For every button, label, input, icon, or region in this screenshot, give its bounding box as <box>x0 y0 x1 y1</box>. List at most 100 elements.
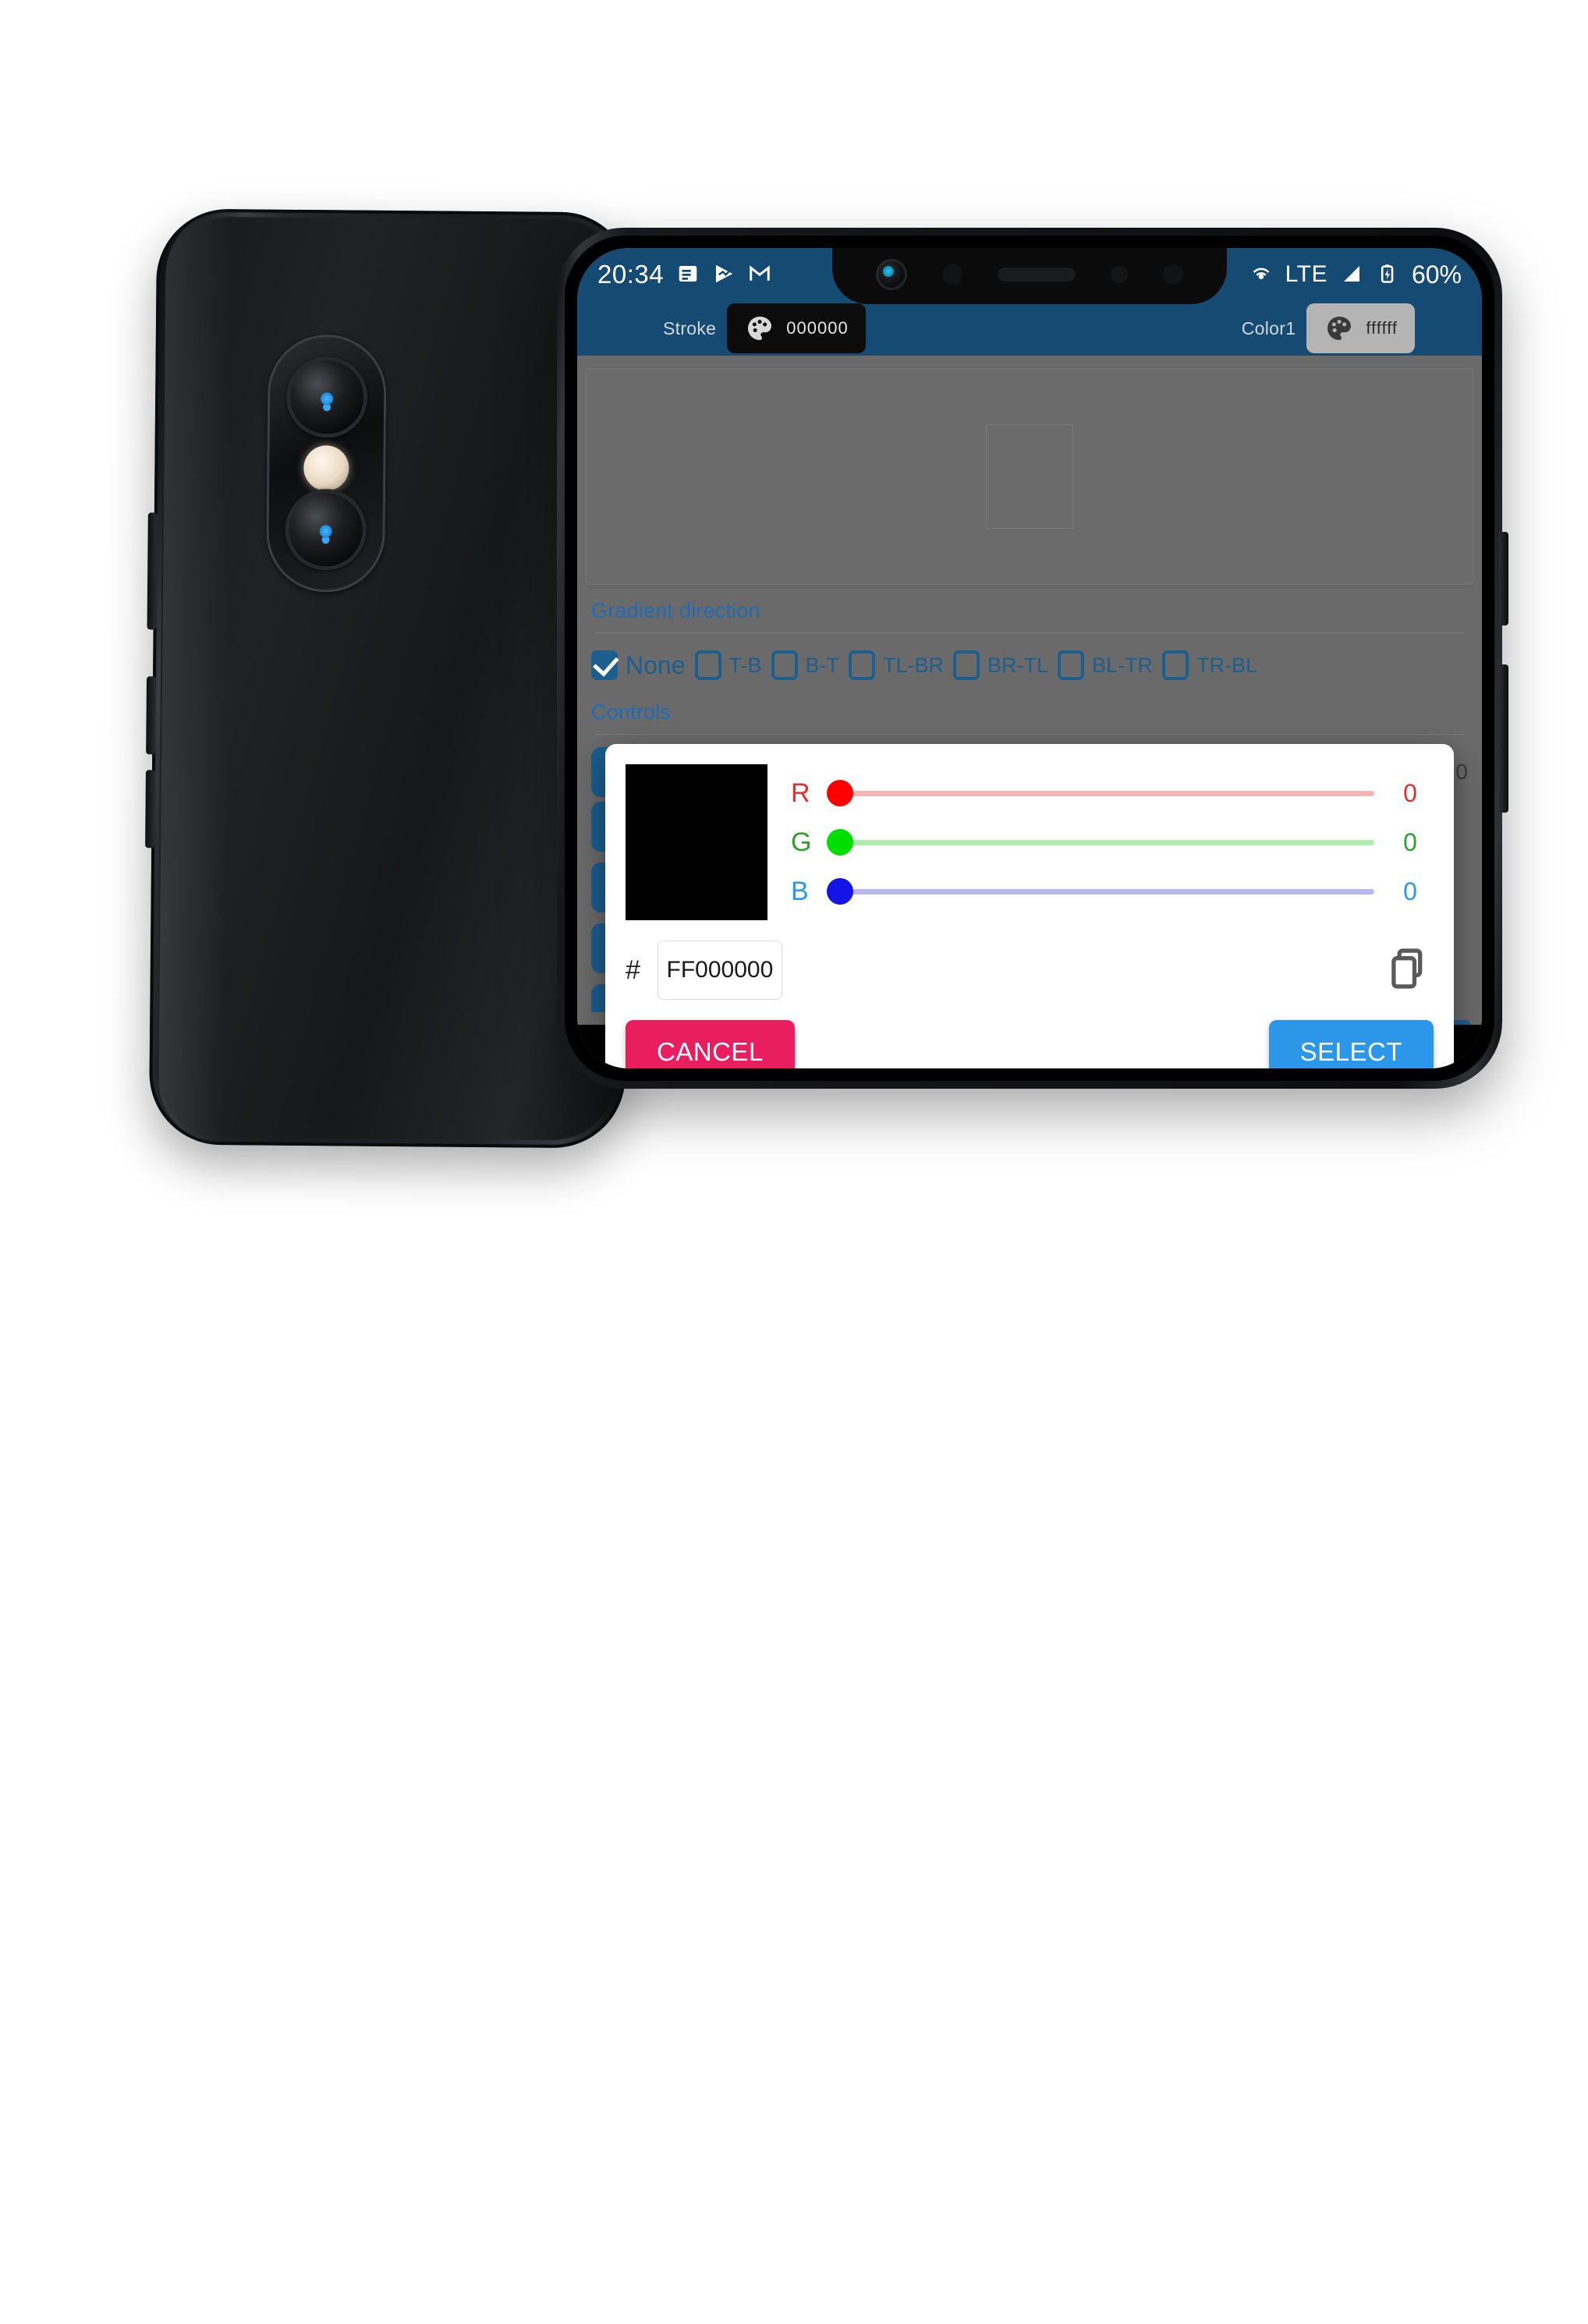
phone-bezel: 20:34 LTE 60% Stroke 000000 Color1 fffff… <box>565 236 1494 1081</box>
earpiece-speaker <box>997 267 1076 282</box>
color1-color-value: ffffff <box>1366 318 1398 338</box>
proximity-sensor <box>1110 266 1128 283</box>
front-camera-icon <box>876 259 908 290</box>
gradient-option-none[interactable]: None <box>591 650 686 680</box>
copy-icon <box>1385 944 1430 997</box>
red-slider[interactable] <box>827 778 1374 809</box>
screenshot-scene: 20:34 LTE 60% Stroke 000000 Color1 fffff… <box>0 0 1588 2324</box>
stroke-color-value: 000000 <box>786 318 849 338</box>
hotspot-icon <box>1249 262 1273 287</box>
gradient-option-label: None <box>626 650 686 679</box>
gradient-option-label: BR-TL <box>987 653 1049 677</box>
slider-track <box>842 888 1374 895</box>
camera-lens-top-icon <box>285 356 368 438</box>
cancel-button[interactable]: CANCEL <box>626 1020 795 1068</box>
dialog-actions: CANCEL SELECT <box>626 1020 1434 1068</box>
controls-section-title: Controls <box>591 700 672 724</box>
rear-side-button-a <box>147 512 158 630</box>
checkbox-icon[interactable] <box>849 650 876 680</box>
divider <box>594 734 1465 735</box>
color1-label: Color1 <box>1241 317 1296 338</box>
slider-thumb[interactable] <box>827 878 853 905</box>
rgb-row-blue: B 0 <box>791 867 1434 916</box>
gmail-icon <box>748 262 771 287</box>
front-side-button-b <box>1499 664 1508 813</box>
preview-canvas[interactable] <box>585 368 1474 585</box>
hex-row: # FF000000 <box>626 941 1434 1000</box>
divider <box>594 632 1465 633</box>
battery-icon <box>1376 262 1399 287</box>
blue-channel-label: B <box>791 876 809 906</box>
gradient-option-b-t[interactable]: B-T <box>771 650 840 680</box>
checkbox-icon[interactable] <box>1058 650 1085 680</box>
rgb-row-red: R 0 <box>791 769 1434 817</box>
rear-camera-module <box>265 334 387 593</box>
rgb-row-green: G 0 <box>791 818 1434 866</box>
green-channel-value: 0 <box>1403 827 1417 856</box>
stroke-color-control[interactable]: Stroke 000000 <box>663 303 866 353</box>
camera-flash-icon <box>303 445 349 491</box>
color-picker-dialog: R 0 G 0 B 0 # FF000000 CANCEL SELECT <box>605 744 1454 1068</box>
gradient-option-label: TR-BL <box>1196 653 1258 677</box>
controls-section: Controls <box>577 680 1482 724</box>
color1-color-chip[interactable]: ffffff <box>1306 303 1415 353</box>
phone-rear-sheen <box>158 208 233 1146</box>
gradient-option-label: BL-TR <box>1092 653 1154 677</box>
red-channel-label: R <box>791 778 810 808</box>
network-type-label: LTE <box>1285 261 1327 287</box>
checkbox-icon[interactable] <box>694 650 721 680</box>
phone-screen: 20:34 LTE 60% Stroke 000000 Color1 fffff… <box>577 248 1482 1068</box>
slider-track <box>842 790 1374 796</box>
checkbox-icon[interactable] <box>1162 650 1189 680</box>
stroke-color-chip[interactable]: 000000 <box>727 303 866 353</box>
green-channel-label: G <box>791 827 812 857</box>
gradient-option-bl-tr[interactable]: BL-TR <box>1058 650 1153 680</box>
news-icon <box>676 262 700 287</box>
camera-lens-bottom-icon <box>285 488 367 571</box>
checkbox-icon[interactable] <box>771 650 798 680</box>
blue-slider[interactable] <box>827 876 1374 907</box>
gradient-option-tr-bl[interactable]: TR-BL <box>1162 650 1257 680</box>
stroke-label: Stroke <box>663 317 717 338</box>
play-icon <box>712 262 736 287</box>
preview-shape <box>986 424 1073 529</box>
color1-control[interactable]: Color1 ffffff <box>1242 303 1415 353</box>
gradient-option-tl-br[interactable]: TL-BR <box>849 650 944 680</box>
select-button[interactable]: SELECT <box>1268 1020 1434 1068</box>
palette-icon <box>1324 313 1355 344</box>
gradient-option-label: B-T <box>805 653 840 677</box>
signal-icon <box>1340 262 1363 287</box>
copy-hex-button[interactable] <box>1382 942 1434 998</box>
slider-track <box>842 839 1374 845</box>
notch-sensor-dot-2 <box>1162 264 1183 285</box>
gradient-section: Gradient direction <box>577 585 1482 623</box>
rear-side-button-b <box>146 676 157 755</box>
checkbox-icon[interactable] <box>953 650 980 680</box>
status-bar-left: 20:34 <box>597 260 771 289</box>
blue-channel-value: 0 <box>1403 877 1417 905</box>
camera-notch <box>832 248 1227 304</box>
status-clock: 20:34 <box>597 260 665 289</box>
battery-percent-label: 60% <box>1411 260 1462 289</box>
dialog-top-row: R 0 G 0 B 0 <box>626 764 1434 920</box>
gradient-section-title: Gradient direction <box>591 599 760 622</box>
rear-side-button-c <box>145 770 155 848</box>
gradient-direction-group: None T-B B-T TL-BR BR-TL BL-TR TR-BL <box>577 650 1482 680</box>
app-bar: Stroke 000000 Color1 ffffff <box>577 301 1482 356</box>
gradient-option-br-tl[interactable]: BR-TL <box>953 650 1048 680</box>
gradient-option-t-b[interactable]: T-B <box>694 650 762 680</box>
slider-thumb[interactable] <box>827 780 853 806</box>
checkbox-icon[interactable] <box>591 650 618 680</box>
front-side-button-a <box>1499 532 1508 625</box>
slider-thumb[interactable] <box>827 829 853 856</box>
color-preview-swatch <box>626 764 767 920</box>
hex-input[interactable]: FF000000 <box>657 941 782 1000</box>
green-slider[interactable] <box>827 827 1374 858</box>
phone-front-device: 20:34 LTE 60% Stroke 000000 Color1 fffff… <box>557 228 1508 1089</box>
red-channel-value: 0 <box>1403 778 1417 807</box>
status-bar-right: LTE 60% <box>1249 260 1462 289</box>
gradient-option-label: TL-BR <box>883 653 945 677</box>
rgb-sliders: R 0 G 0 B 0 <box>791 764 1434 920</box>
hash-label: # <box>626 955 640 985</box>
notch-sensor-dot <box>942 264 963 285</box>
